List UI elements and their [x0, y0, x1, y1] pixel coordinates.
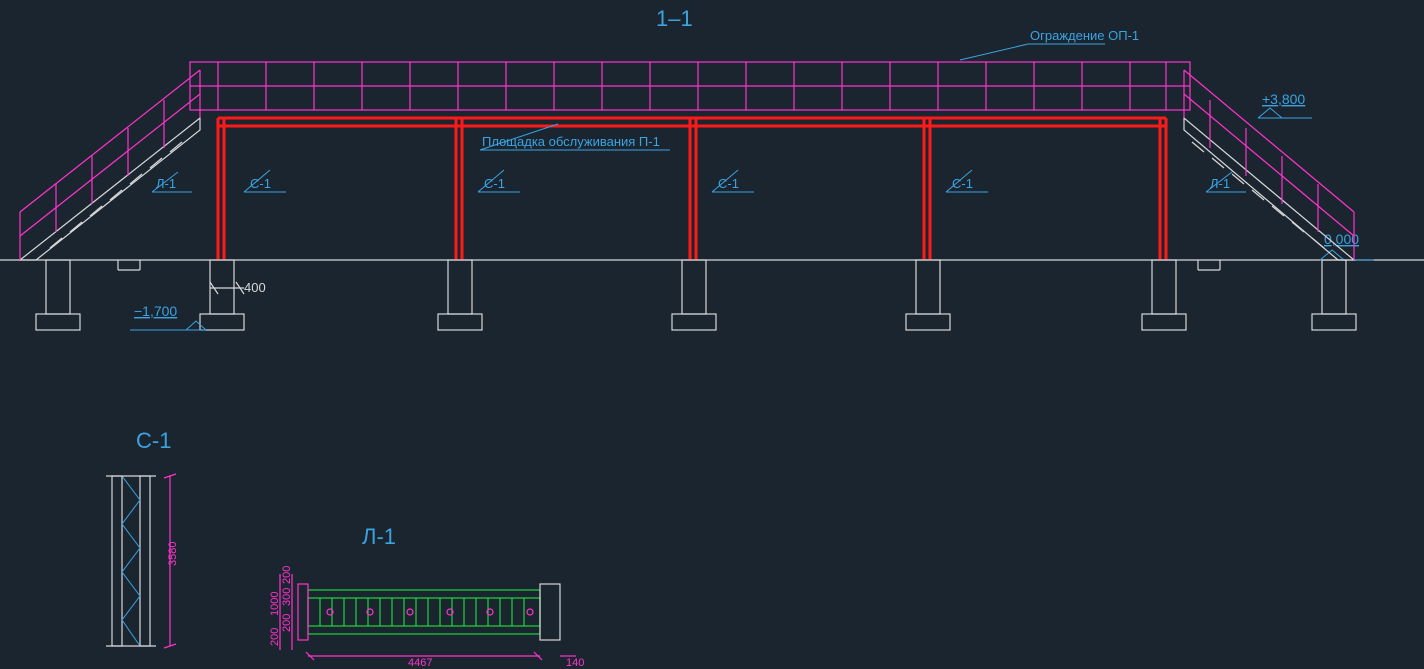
svg-text:1000: 1000	[269, 592, 281, 616]
columns-red	[218, 118, 1166, 260]
section-title: 1–1	[656, 6, 693, 31]
detail-c: 3580	[106, 474, 179, 648]
elev-top: +3,800	[1262, 91, 1305, 107]
railing-top	[190, 62, 1190, 110]
platform-label: Площадка обслуживания П-1	[482, 134, 660, 149]
svg-text:4467: 4467	[408, 657, 432, 669]
svg-text:200: 200	[281, 566, 293, 584]
svg-text:С-1: С-1	[952, 176, 973, 191]
svg-text:С-1: С-1	[718, 176, 739, 191]
svg-text:200: 200	[281, 614, 293, 632]
column-labels: С-1 С-1 С-1 С-1	[244, 170, 988, 192]
foundations	[36, 260, 1356, 330]
svg-text:С-1: С-1	[484, 176, 505, 191]
svg-text:3580: 3580	[167, 542, 179, 566]
svg-text:200: 200	[269, 628, 281, 646]
svg-text:Л-1: Л-1	[156, 176, 176, 191]
detail-l: 200 300 200 1000 200 4467 140	[269, 566, 584, 669]
svg-text:Л-1: Л-1	[1210, 176, 1230, 191]
cad-drawing: 1–1 Ограждение ОП-1 +3,800 0,000 Площадк…	[0, 0, 1424, 669]
svg-text:300: 300	[281, 588, 293, 606]
elev-foot: −1,700	[134, 303, 177, 319]
svg-text:С-1: С-1	[250, 176, 271, 191]
fence-label: Ограждение ОП-1	[1030, 28, 1139, 43]
detail-l-title: Л-1	[362, 524, 396, 549]
svg-text:140: 140	[566, 657, 584, 669]
dim-400: 400	[244, 280, 266, 295]
stair-left: Л-1	[20, 70, 200, 260]
detail-c-title: С-1	[136, 428, 171, 453]
